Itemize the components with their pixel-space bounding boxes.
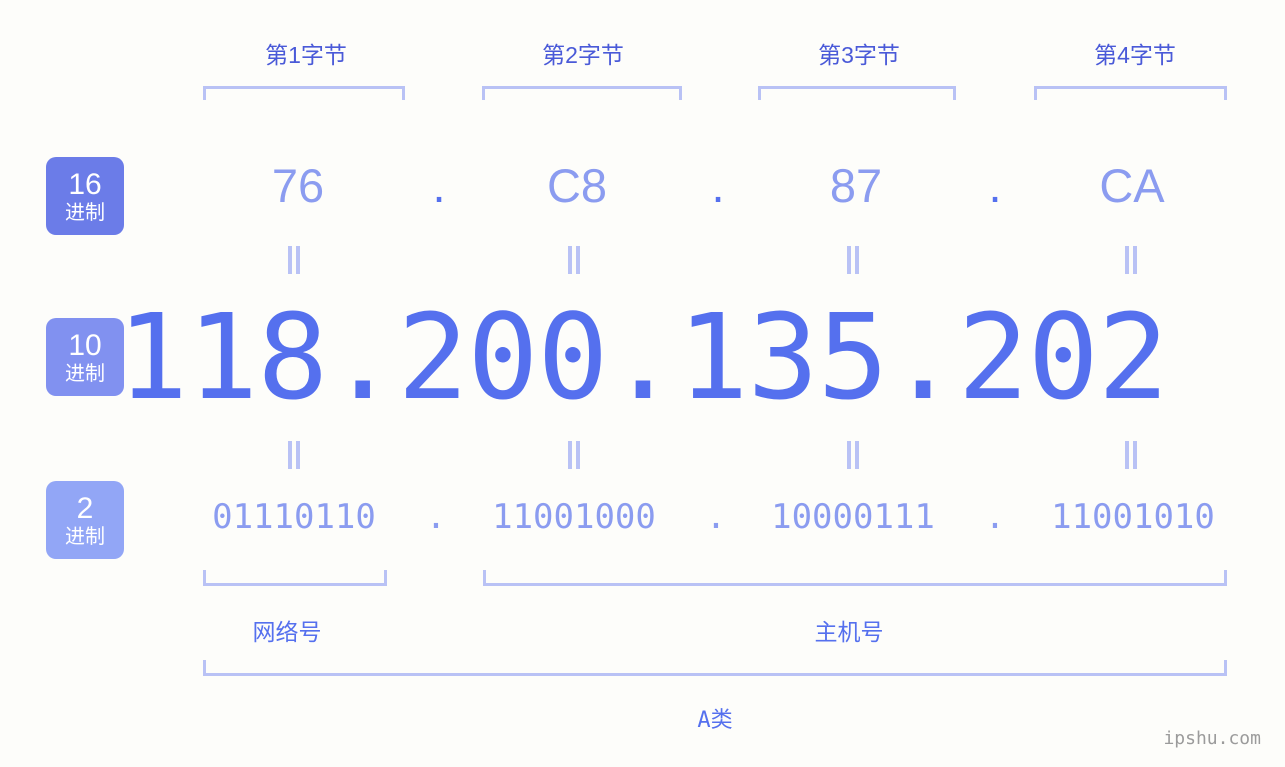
address-class-label: A类 — [697, 708, 733, 733]
class-bracket — [203, 660, 1227, 676]
hex-octet-2: C8 — [546, 159, 608, 212]
host-section-label: 主机号 — [814, 619, 884, 645]
hex-octet-4: CA — [1099, 159, 1165, 212]
hex-octet-1: 76 — [271, 159, 325, 212]
equals-icon-6 — [566, 441, 582, 469]
byte-bracket-3 — [758, 86, 956, 100]
byte-bracket-1 — [203, 86, 405, 100]
byte-bracket-4 — [1034, 86, 1227, 100]
binary-octet-1: 01110110 — [212, 497, 376, 537]
decimal-ip-address: 118.200.135.202 — [117, 288, 1169, 426]
base-badge-binary-number: 2 — [76, 491, 94, 525]
equals-icon-7 — [845, 441, 861, 469]
hex-separator-3: . — [988, 159, 1002, 212]
binary-octet-4: 11001010 — [1051, 497, 1215, 537]
equals-icon-8 — [1123, 441, 1139, 469]
hex-separator-1: . — [432, 159, 446, 212]
byte-label-1: 第1字节 — [265, 42, 347, 68]
byte-bracket-2 — [482, 86, 682, 100]
base-badge-hex-unit: 进制 — [65, 201, 105, 224]
base-badge-hex: 16 进制 — [46, 157, 124, 235]
network-bracket — [203, 570, 387, 586]
byte-label-4: 第4字节 — [1094, 42, 1176, 68]
hex-separator-2: . — [711, 159, 725, 212]
binary-separator-1: . — [425, 497, 447, 537]
binary-octet-2: 11001000 — [492, 497, 656, 537]
binary-separator-3: . — [984, 497, 1006, 537]
equals-icon-1 — [286, 246, 302, 274]
binary-octet-3: 10000111 — [771, 497, 935, 537]
byte-label-2: 第2字节 — [542, 42, 624, 68]
byte-label-3: 第3字节 — [818, 42, 900, 68]
base-badge-hex-number: 16 — [68, 167, 102, 201]
equals-icon-4 — [1123, 246, 1139, 274]
hex-octet-3: 87 — [829, 159, 883, 212]
equals-icon-2 — [566, 246, 582, 274]
base-badge-binary: 2 进制 — [46, 481, 124, 559]
base-badge-binary-unit: 进制 — [65, 525, 105, 548]
equals-icon-3 — [845, 246, 861, 274]
site-watermark: ipshu.com — [1163, 728, 1261, 749]
ip-address-breakdown-diagram: 第1字节 第2字节 第3字节 第4字节 16 进制 10 进制 2 进制 76 … — [0, 0, 1285, 767]
equals-icon-5 — [286, 441, 302, 469]
network-section-label: 网络号 — [252, 619, 322, 645]
host-bracket — [483, 570, 1227, 586]
